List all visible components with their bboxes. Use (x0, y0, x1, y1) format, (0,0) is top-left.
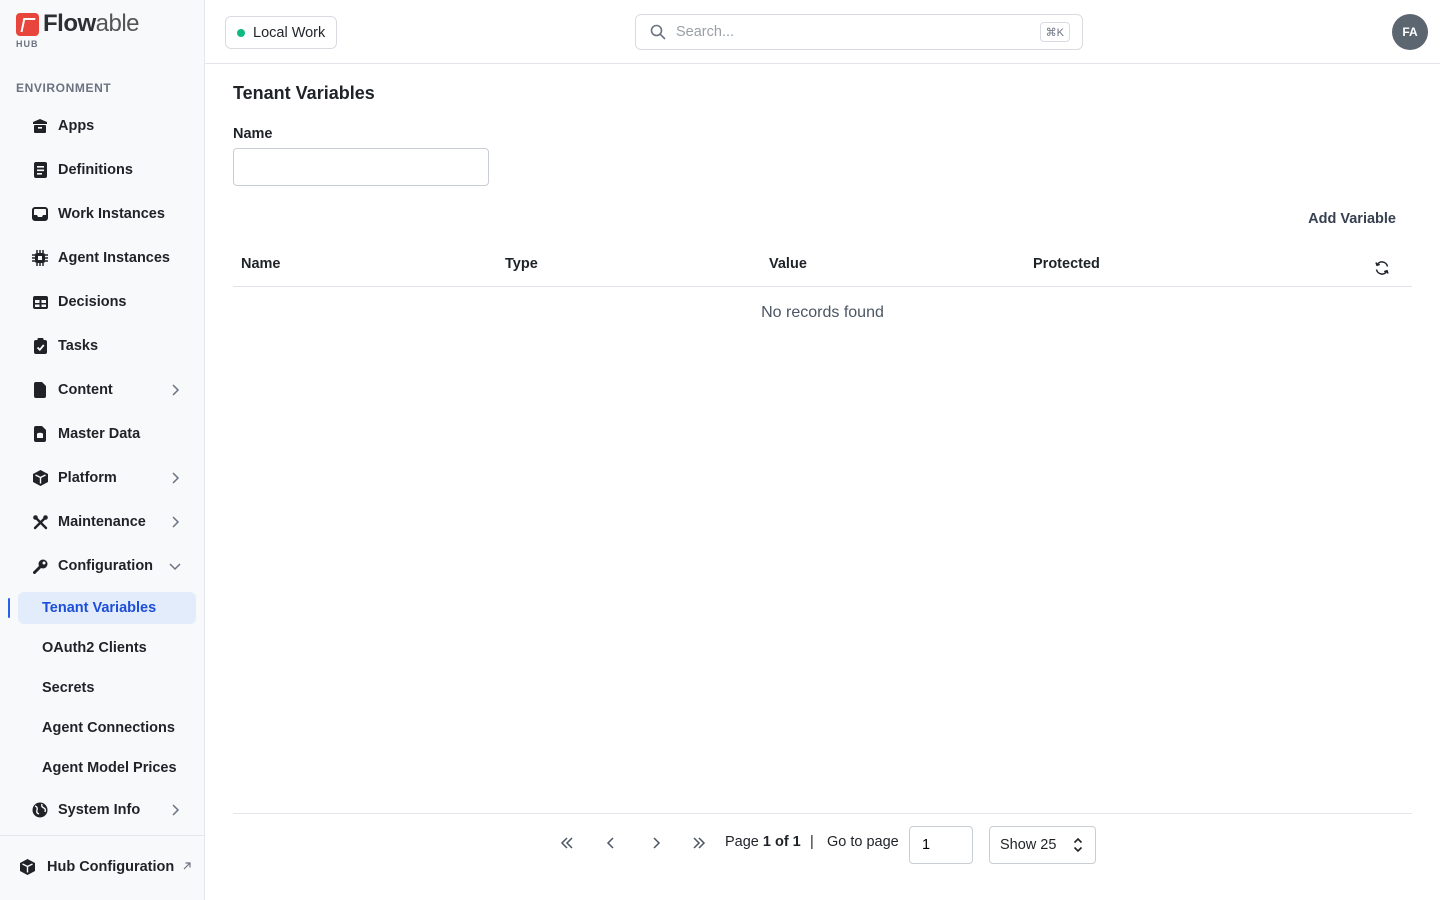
page-size-value: Show 25 (1000, 837, 1057, 853)
sidebar-item-label: Configuration (58, 558, 154, 574)
workspace-selector[interactable]: Local Work (225, 16, 338, 49)
sidebar-item-platform[interactable]: Platform (18, 462, 196, 494)
page-indicator: Page 1 of 1 (725, 834, 801, 850)
sidebar-item-label: Tasks (58, 338, 99, 354)
status-dot (237, 28, 245, 37)
previous-page-button[interactable] (601, 833, 621, 853)
tools-icon (32, 514, 48, 530)
table-header: Name Type Value Protected (233, 246, 1412, 287)
go-to-page-input[interactable] (909, 826, 973, 864)
sidebar-item-maintenance[interactable]: Maintenance (18, 506, 196, 538)
page-of-text: 1 of 1 (762, 834, 801, 850)
chevron-down-icon (169, 563, 181, 571)
workspace-label: Local Work (253, 24, 326, 41)
sidebar-item-label: Content (58, 382, 113, 398)
sidebar-item-system-info[interactable]: System Info (18, 794, 196, 826)
global-search[interactable]: Search... ⌘K (635, 14, 1083, 50)
sidebar-item-label: Apps (58, 118, 95, 134)
column-header-type[interactable]: Type (505, 256, 538, 272)
sidebar-item-content[interactable]: Content (18, 374, 196, 406)
sidebar-subitem-agent-model-prices[interactable]: Agent Model Prices (18, 752, 196, 784)
external-link-icon (183, 862, 191, 870)
inbox-icon (32, 206, 48, 222)
chevron-right-icon (172, 804, 180, 816)
section-label-environment: ENVIRONMENT (16, 81, 112, 95)
sidebar-subitem-tenant-variables[interactable]: Tenant Variables (18, 592, 196, 624)
sidebar-item-decisions[interactable]: Decisions (18, 286, 196, 318)
sidebar-item-label: Maintenance (58, 514, 146, 530)
refresh-icon[interactable] (1374, 260, 1390, 276)
column-header-name[interactable]: Name (241, 256, 281, 272)
chip-icon (32, 250, 48, 266)
sidebar-item-configuration[interactable]: Configuration (18, 550, 196, 582)
name-filter-label: Name (233, 126, 273, 142)
pagination-divider (233, 813, 1412, 814)
last-page-button[interactable] (689, 833, 709, 853)
column-header-protected[interactable]: Protected (1033, 256, 1100, 272)
sidebar-item-label: System Info (58, 802, 141, 818)
user-avatar[interactable]: FA (1392, 14, 1428, 50)
sidebar-item-label: Platform (58, 470, 117, 486)
page-word: Page (725, 834, 759, 850)
add-variable-button[interactable]: Add Variable (1308, 211, 1396, 227)
sidebar-subitem-oauth2-clients[interactable]: OAuth2 Clients (18, 632, 196, 664)
search-shortcut-badge: ⌘K (1039, 22, 1070, 42)
table-icon (32, 294, 48, 310)
globe-icon (32, 802, 48, 818)
chevron-right-icon (172, 472, 180, 484)
empty-state-text: No records found (761, 304, 884, 321)
sidebar-item-master-data[interactable]: Master Data (18, 418, 196, 450)
sidebar-item-apps[interactable]: Apps (18, 110, 196, 142)
database-file-icon (32, 426, 48, 442)
box-icon (32, 118, 48, 134)
cube-icon (32, 470, 48, 486)
sidebar-item-label: Work Instances (58, 206, 165, 222)
active-indicator (8, 598, 10, 618)
page-title: Tenant Variables (233, 83, 375, 103)
sidebar-item-label: Definitions (58, 162, 133, 178)
chevron-right-icon (172, 516, 180, 528)
app-logo[interactable]: Flowable HUB (16, 10, 140, 49)
search-placeholder: Search... (676, 24, 735, 40)
sidebar-item-label: Agent Instances (58, 250, 170, 266)
first-page-button[interactable] (557, 833, 577, 853)
sidebar-item-label: Decisions (58, 294, 127, 310)
brand-subtitle: HUB (16, 39, 39, 49)
double-chevron-right-icon (693, 837, 706, 849)
sidebar-subitem-secrets[interactable]: Secrets (18, 672, 196, 704)
chevron-right-icon (653, 837, 661, 849)
brand-name: Flowable (43, 10, 140, 37)
double-chevron-left-icon (560, 837, 573, 849)
sidebar-item-definitions[interactable]: Definitions (18, 154, 196, 186)
name-filter-input[interactable] (233, 148, 489, 186)
hub-configuration-link[interactable]: Hub Configuration (20, 854, 196, 880)
cube-icon (20, 859, 35, 875)
page-size-select[interactable]: Show 25 (989, 826, 1096, 864)
next-page-button[interactable] (646, 833, 666, 853)
top-header: Local Work Search... ⌘K FA (205, 0, 1440, 64)
pagination-separator: | (810, 834, 814, 850)
search-icon (650, 24, 666, 40)
sidebar-item-work-instances[interactable]: Work Instances (18, 198, 196, 230)
clipboard-check-icon (32, 338, 48, 354)
column-header-value[interactable]: Value (769, 256, 807, 272)
sidebar-item-agent-instances[interactable]: Agent Instances (18, 242, 196, 274)
sidebar-subitem-agent-connections[interactable]: Agent Connections (18, 712, 196, 744)
sidebar-item-label: Master Data (58, 426, 141, 442)
file-icon (32, 382, 48, 398)
sidebar: Flowable HUB ENVIRONMENT Apps Definition… (0, 0, 205, 900)
go-to-page-label: Go to page (827, 834, 899, 850)
chevron-up-down-icon (1073, 837, 1083, 853)
sidebar-footer: Hub Configuration (0, 835, 205, 900)
sidebar-item-tasks[interactable]: Tasks (18, 330, 196, 362)
wrench-icon (32, 558, 48, 574)
chevron-left-icon (606, 837, 614, 849)
hub-configuration-label: Hub Configuration (47, 859, 175, 875)
document-list-icon (32, 162, 48, 178)
chevron-right-icon (172, 384, 180, 396)
flowable-logo-icon (16, 12, 39, 36)
